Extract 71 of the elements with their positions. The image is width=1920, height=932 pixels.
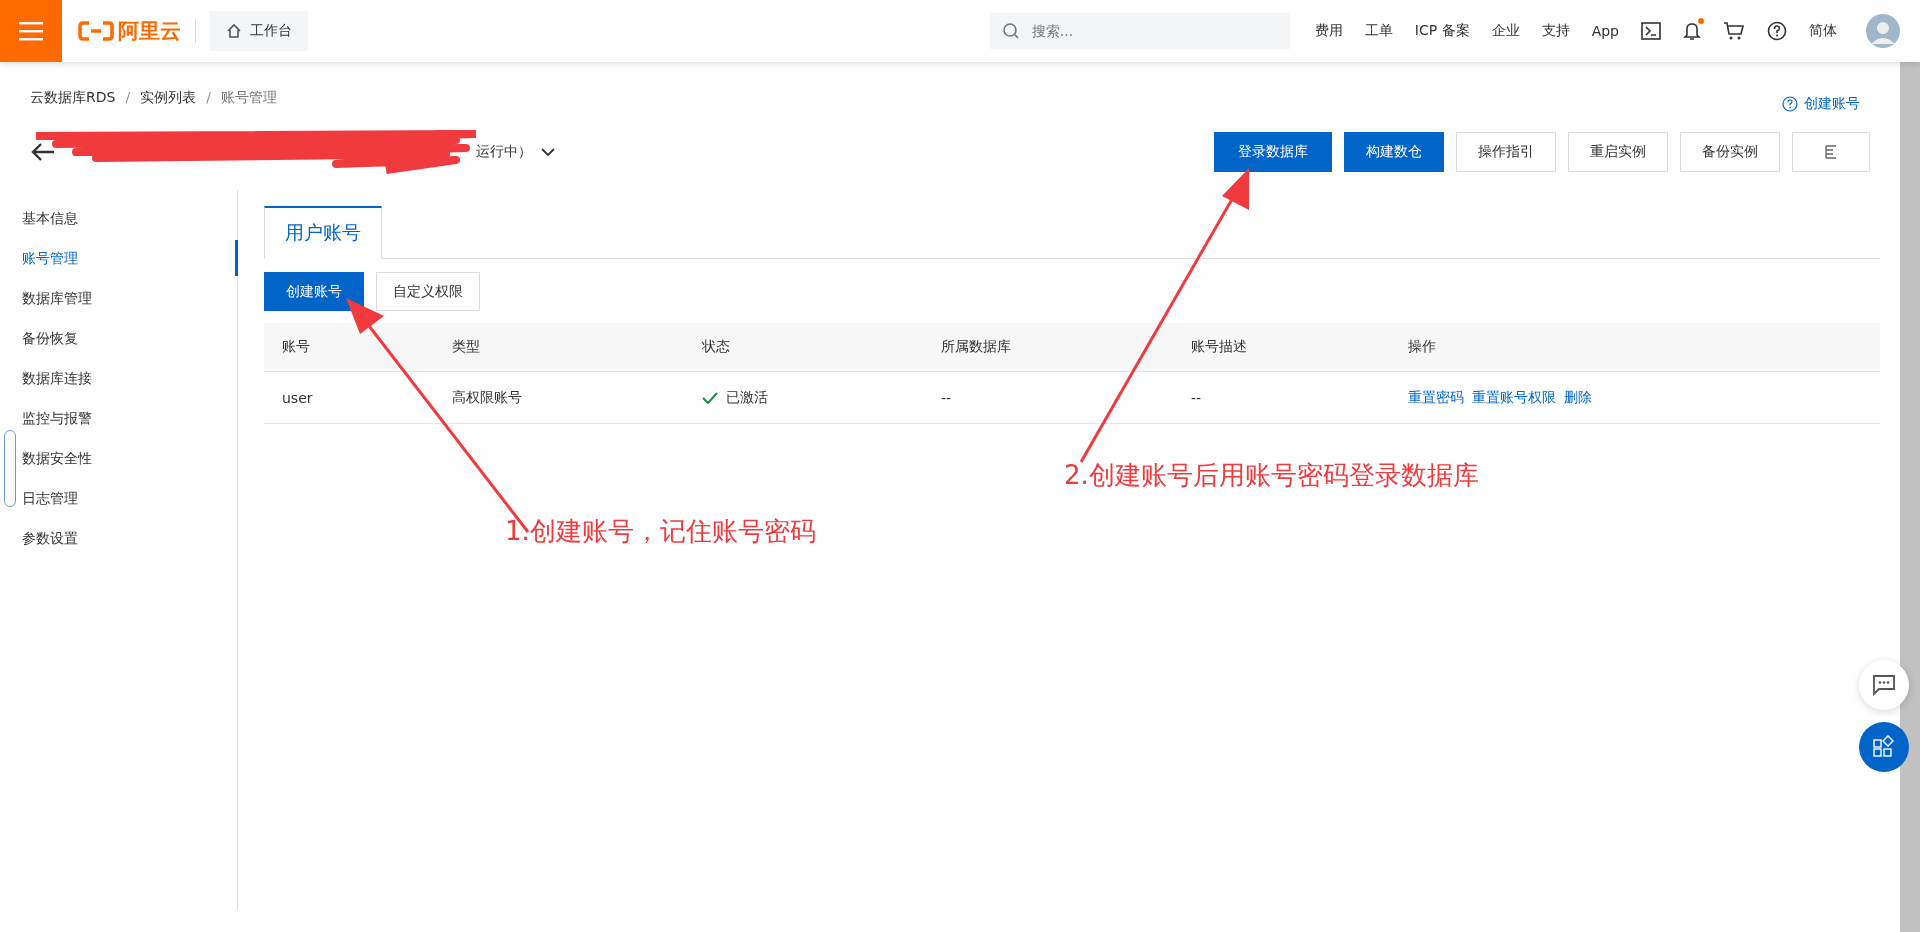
annotation-text: 1.创建账号，记住账号密码 <box>505 515 816 548</box>
column-header: 账号描述 <box>1191 338 1248 356</box>
language-link[interactable]: 简体 <box>1809 22 1837 40</box>
tab[interactable]: 用户账号 <box>264 206 382 259</box>
sidebar-item[interactable]: 参数设置 <box>22 530 78 546</box>
search-field[interactable]: 搜索... <box>989 13 1290 49</box>
breadcrumb-link[interactable]: 账号管理 <box>220 89 277 107</box>
column-header: 账号 <box>282 338 311 356</box>
action-button[interactable]: 操作指引 <box>1456 132 1556 172</box>
chat-button[interactable] <box>1859 660 1909 710</box>
action-button[interactable]: 登录数据库 <box>1214 132 1332 172</box>
table-cell-text: -- <box>941 389 953 406</box>
bell-icon[interactable] <box>1683 21 1701 41</box>
sidebar-item[interactable]: 监控与报警 <box>22 410 92 426</box>
action-button[interactable]: 构建数仓 <box>1344 132 1444 172</box>
sidebar-item[interactable]: 备份恢复 <box>22 330 78 346</box>
sidebar-item[interactable]: 基本信息 <box>22 210 78 226</box>
help-icon[interactable] <box>1767 21 1787 41</box>
menu-button[interactable] <box>0 0 62 62</box>
status-text: 已激活 <box>726 388 768 407</box>
table-cell-text: -- <box>1191 389 1203 406</box>
breadcrumb-separator: / <box>206 89 211 107</box>
sidebar-item[interactable]: 账号管理 <box>22 250 78 266</box>
column-header: 状态 <box>702 338 731 356</box>
operation-link[interactable]: 重置账号权限 <box>1472 388 1556 407</box>
action-button[interactable]: 重启实例 <box>1568 132 1668 172</box>
sidebar-item[interactable]: 日志管理 <box>22 490 78 506</box>
breadcrumb-link[interactable]: 实例列表 <box>140 89 197 107</box>
operation-link[interactable]: 删除 <box>1564 388 1592 407</box>
workbench-button[interactable]: 工作台 <box>210 11 308 51</box>
scrollbar[interactable] <box>1900 62 1920 932</box>
logo-icon <box>78 20 114 42</box>
active-indicator <box>235 240 238 276</box>
toolbar-button[interactable]: 自定义权限 <box>376 272 480 311</box>
more-button[interactable] <box>1792 132 1870 172</box>
column-header: 操作 <box>1408 338 1437 356</box>
breadcrumb-separator: / <box>125 89 131 107</box>
toolbar-button[interactable]: 创建账号 <box>264 272 364 311</box>
column-header: 所属数据库 <box>941 338 1012 356</box>
nav-link[interactable]: App <box>1591 23 1619 39</box>
help-icon <box>1782 96 1798 112</box>
sidebar-item[interactable]: 数据库管理 <box>22 290 92 306</box>
nav-link[interactable]: 费用 <box>1314 22 1343 40</box>
apps-icon <box>1872 735 1896 759</box>
search-icon <box>1001 22 1020 40</box>
apps-button[interactable] <box>1859 722 1909 772</box>
help-link[interactable]: 创建账号 <box>1782 81 1860 113</box>
operation-link[interactable]: 重置密码 <box>1408 388 1464 407</box>
sidebar-item[interactable]: 数据库连接 <box>22 370 92 386</box>
table-cell-text: 高权限账号 <box>452 388 523 407</box>
home-icon <box>226 23 242 39</box>
nav-link[interactable]: 企业 <box>1491 22 1520 40</box>
list-icon <box>1823 144 1839 160</box>
terminal-icon[interactable] <box>1641 22 1661 40</box>
nav-link[interactable]: 工单 <box>1364 22 1393 40</box>
menu-icon <box>19 21 43 41</box>
nav-link[interactable]: ICP 备案 <box>1414 22 1470 40</box>
action-button[interactable]: 备份实例 <box>1680 132 1780 172</box>
instance-status: 运行中） <box>476 143 532 161</box>
sidebar-item[interactable]: 数据安全性 <box>22 450 92 466</box>
logo-text: 阿里云 <box>118 18 181 45</box>
chat-icon <box>1872 674 1896 696</box>
column-header: 类型 <box>452 338 481 356</box>
chevron-down-icon[interactable] <box>540 147 556 157</box>
table-cell-text: user <box>282 389 314 406</box>
breadcrumb-link[interactable]: 云数据库RDS <box>30 89 116 107</box>
cart-icon[interactable] <box>1723 21 1745 41</box>
back-arrow-icon[interactable] <box>30 142 56 162</box>
annotation-text: 2.创建账号后用账号密码登录数据库 <box>1064 459 1479 492</box>
nav-link[interactable]: 支持 <box>1541 22 1570 40</box>
side-handle[interactable] <box>4 430 16 507</box>
